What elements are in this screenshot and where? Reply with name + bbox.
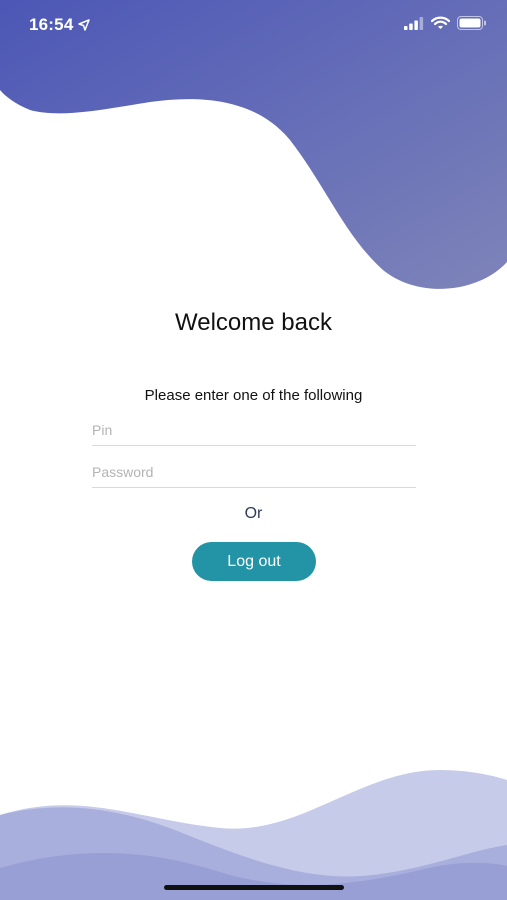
or-separator: Or — [244, 505, 263, 522]
background-waves — [0, 0, 507, 900]
home-indicator — [164, 885, 344, 890]
wifi-icon — [431, 16, 450, 29]
logout-button[interactable]: Log out — [192, 542, 316, 581]
status-indicators — [404, 16, 487, 30]
status-bar: 16:54 — [0, 0, 507, 52]
status-time-group: 16:54 — [29, 15, 91, 35]
password-field[interactable] — [92, 457, 416, 488]
cellular-signal-icon — [404, 16, 424, 30]
pin-field[interactable] — [92, 415, 416, 446]
welcome-title: Welcome back — [175, 309, 332, 336]
status-time: 16:54 — [29, 15, 74, 34]
instruction-text: Please enter one of the following — [144, 387, 363, 404]
location-arrow-icon — [78, 19, 91, 31]
battery-icon — [457, 16, 486, 30]
